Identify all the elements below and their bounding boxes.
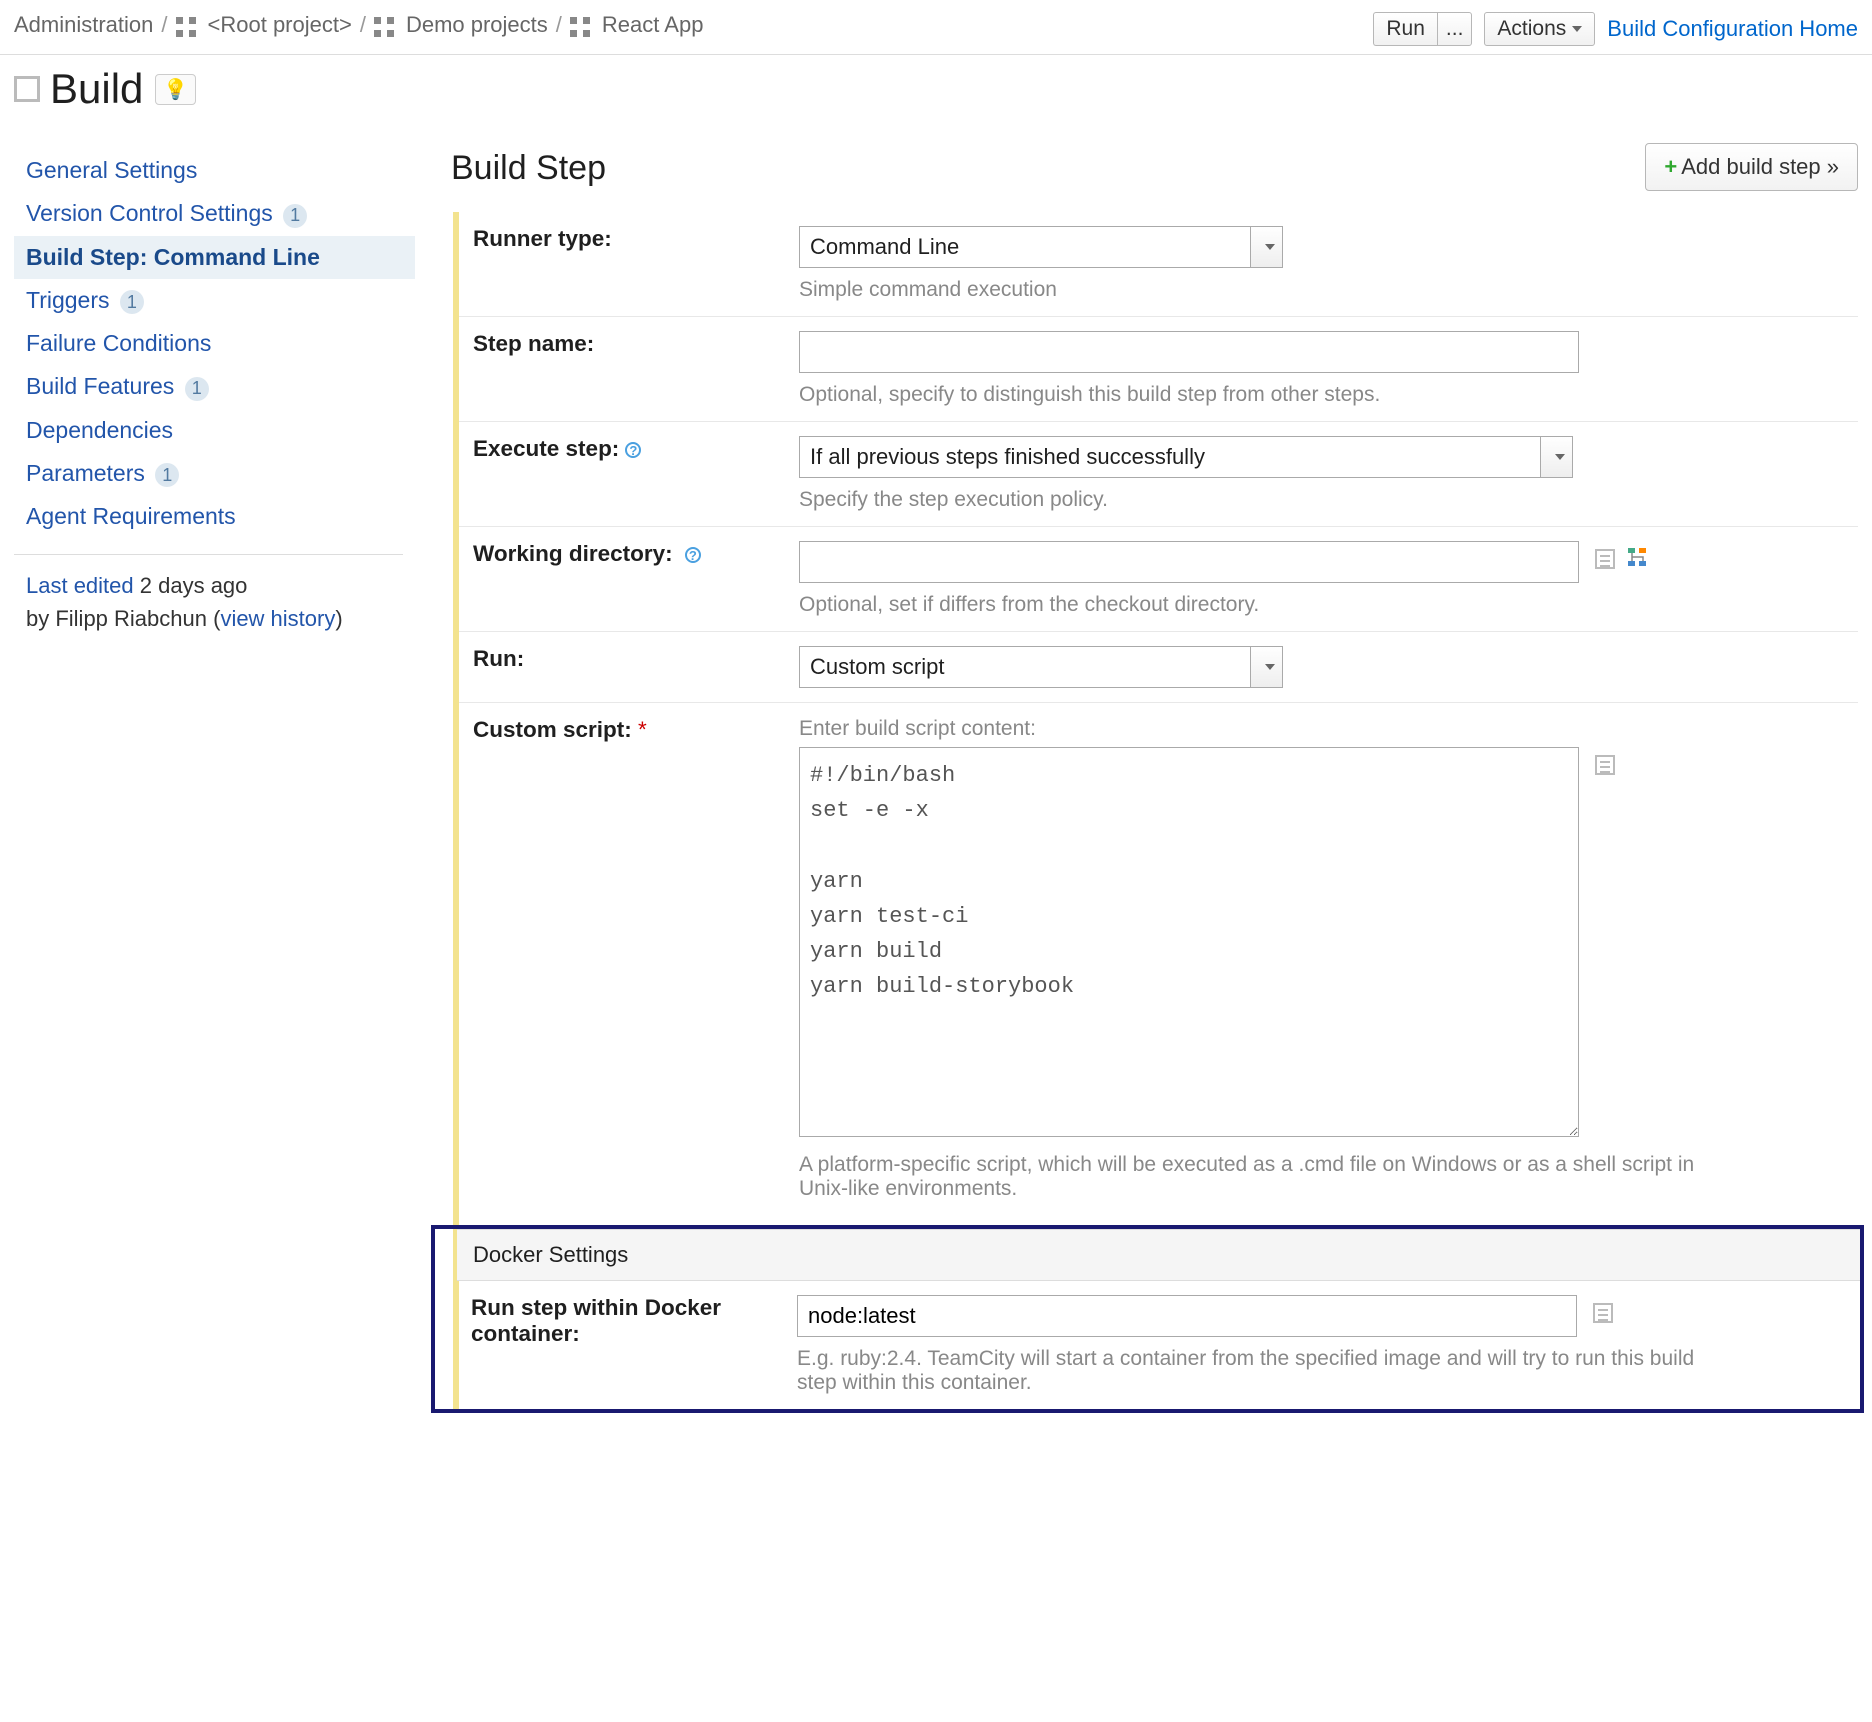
- sidebar-item-features[interactable]: Build Features 1: [14, 365, 415, 409]
- project-icon: [176, 17, 196, 37]
- params-count-badge: 1: [155, 463, 179, 487]
- step-name-hint: Optional, specify to distinguish this bu…: [799, 383, 1848, 407]
- breadcrumb-admin[interactable]: Administration: [14, 12, 153, 38]
- sidebar: General Settings Version Control Setting…: [0, 129, 415, 1413]
- project-icon: [374, 17, 394, 37]
- label-custom-script: Custom script: *: [459, 717, 799, 1201]
- row-docker-container: Run step within Docker container: E.g. r…: [457, 1281, 1860, 1409]
- breadcrumb-demo[interactable]: Demo projects: [406, 12, 548, 38]
- sidebar-item-agents[interactable]: Agent Requirements: [14, 495, 415, 538]
- header-bar: Administration / <Root project> / Demo p…: [0, 0, 1872, 55]
- run-value: Custom script: [800, 647, 1250, 687]
- build-step-form: Runner type: Command Line Simple command…: [453, 212, 1858, 1413]
- run-select[interactable]: Custom script: [799, 646, 1283, 688]
- last-edited-time: 2 days ago: [140, 573, 248, 598]
- execute-step-select[interactable]: If all previous steps finished successfu…: [799, 436, 1573, 478]
- label-runner-type: Runner type:: [459, 226, 799, 302]
- row-execute-step: Execute step:? If all previous steps fin…: [459, 422, 1858, 527]
- label-run: Run:: [459, 646, 799, 688]
- sidebar-item-vcs[interactable]: Version Control Settings 1: [14, 192, 415, 236]
- build-config-home-link[interactable]: Build Configuration Home: [1607, 16, 1858, 42]
- docker-section-header: Docker Settings: [457, 1229, 1860, 1281]
- plus-icon: +: [1664, 154, 1677, 179]
- label-docker: Run step within Docker container:: [457, 1295, 797, 1395]
- list-icon[interactable]: [1595, 755, 1615, 775]
- info-icon[interactable]: ?: [685, 547, 701, 563]
- main-content: Build Step +Add build step » Runner type…: [415, 129, 1872, 1413]
- dropdown-icon: [1540, 437, 1572, 477]
- row-runner-type: Runner type: Command Line Simple command…: [459, 212, 1858, 317]
- step-name-input[interactable]: [799, 331, 1579, 373]
- build-config-icon: [14, 76, 40, 102]
- show-hint-button[interactable]: 💡: [155, 74, 196, 105]
- row-step-name: Step name: Optional, specify to distingu…: [459, 317, 1858, 422]
- breadcrumb-separator: /: [360, 12, 366, 38]
- vcs-count-badge: 1: [283, 204, 307, 228]
- custom-script-textarea[interactable]: [799, 747, 1579, 1137]
- header-actions: Run ... Actions Build Configuration Home: [1373, 12, 1858, 46]
- run-more-button[interactable]: ...: [1437, 12, 1473, 46]
- project-icon: [570, 17, 590, 37]
- sidebar-item-build-step[interactable]: Build Step: Command Line: [14, 236, 415, 279]
- docker-hint: E.g. ruby:2.4. TeamCity will start a con…: [797, 1347, 1717, 1395]
- page-title-text: Build: [50, 65, 143, 113]
- workdir-hint: Optional, set if differs from the checko…: [799, 593, 1848, 617]
- view-history-link[interactable]: view history: [220, 606, 335, 631]
- label-execute-step: Execute step:?: [459, 436, 799, 512]
- breadcrumb-app[interactable]: React App: [602, 12, 704, 38]
- add-build-step-button[interactable]: +Add build step »: [1645, 143, 1858, 191]
- features-count-badge: 1: [185, 377, 209, 401]
- last-edited-link[interactable]: Last edited: [26, 573, 134, 598]
- execute-step-hint: Specify the step execution policy.: [799, 488, 1848, 512]
- breadcrumb-separator: /: [161, 12, 167, 38]
- sidebar-item-general[interactable]: General Settings: [14, 149, 415, 192]
- sidebar-item-failure[interactable]: Failure Conditions: [14, 322, 415, 365]
- title-row: Build 💡: [0, 55, 1872, 129]
- list-icon[interactable]: [1595, 549, 1615, 569]
- last-edited-by: by Filipp Riabchun (: [26, 606, 220, 631]
- runner-type-hint: Simple command execution: [799, 278, 1848, 302]
- run-button[interactable]: Run: [1373, 12, 1437, 46]
- row-custom-script: Custom script: * Enter build script cont…: [459, 703, 1858, 1215]
- docker-settings-highlight: Docker Settings Run step within Docker c…: [431, 1225, 1864, 1413]
- breadcrumb-separator: /: [556, 12, 562, 38]
- dropdown-icon: [1250, 647, 1282, 687]
- execute-step-value: If all previous steps finished successfu…: [800, 437, 1540, 477]
- tree-icon[interactable]: [1627, 547, 1649, 569]
- label-workdir: Working directory: ?: [459, 541, 799, 617]
- dropdown-icon: [1250, 227, 1282, 267]
- caret-down-icon: [1572, 26, 1582, 32]
- runner-type-select[interactable]: Command Line: [799, 226, 1283, 268]
- breadcrumb: Administration / <Root project> / Demo p…: [14, 12, 703, 38]
- breadcrumb-root[interactable]: <Root project>: [208, 12, 352, 38]
- runner-type-value: Command Line: [800, 227, 1250, 267]
- sidebar-item-deps[interactable]: Dependencies: [14, 409, 415, 452]
- row-workdir: Working directory: ? Optional, set if di…: [459, 527, 1858, 632]
- run-button-group: Run ...: [1373, 12, 1472, 46]
- sidebar-divider: [14, 554, 403, 555]
- sidebar-item-triggers[interactable]: Triggers 1: [14, 279, 415, 323]
- page-title: Build: [14, 65, 143, 113]
- triggers-count-badge: 1: [120, 290, 144, 314]
- script-hint: A platform-specific script, which will b…: [799, 1153, 1729, 1201]
- workdir-input[interactable]: [799, 541, 1579, 583]
- list-icon[interactable]: [1593, 1303, 1613, 1323]
- sidebar-item-params[interactable]: Parameters 1: [14, 452, 415, 496]
- label-step-name: Step name:: [459, 331, 799, 407]
- script-prompt: Enter build script content:: [799, 717, 1848, 741]
- info-icon[interactable]: ?: [625, 442, 641, 458]
- docker-container-input[interactable]: [797, 1295, 1577, 1337]
- last-edited-info: Last edited 2 days ago by Filipp Riabchu…: [14, 569, 415, 635]
- actions-dropdown[interactable]: Actions: [1484, 12, 1595, 46]
- row-run: Run: Custom script: [459, 632, 1858, 703]
